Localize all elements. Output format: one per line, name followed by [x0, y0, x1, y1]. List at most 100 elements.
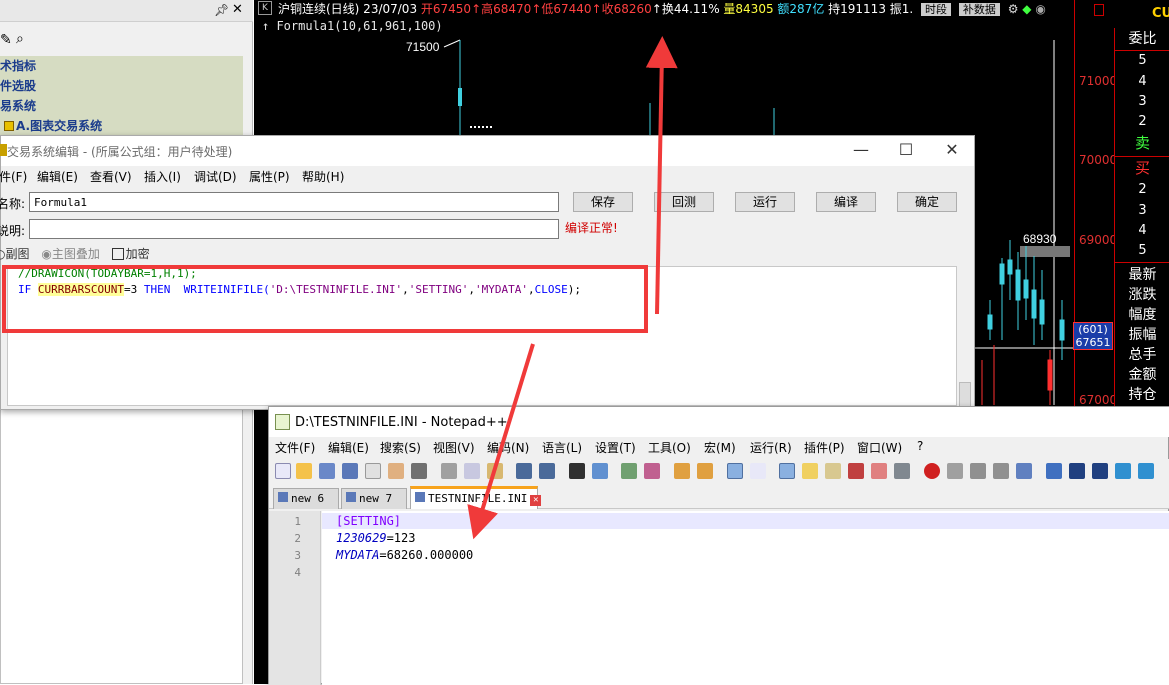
doc-map-icon[interactable]: [825, 463, 841, 479]
npp-menu-settings[interactable]: 设置(T): [595, 439, 636, 456]
zoom-out-icon[interactable]: [644, 463, 660, 479]
new-file-icon[interactable]: [275, 463, 291, 479]
replace-icon[interactable]: [592, 463, 608, 479]
save-icon[interactable]: [319, 463, 335, 479]
open-file-icon[interactable]: [296, 463, 312, 479]
copy-icon[interactable]: [464, 463, 480, 479]
stat-amount: 金额: [1128, 367, 1157, 383]
npp-menu-plugins[interactable]: 插件(P): [804, 439, 845, 456]
compare-next-icon[interactable]: [1069, 463, 1085, 479]
menu-debug[interactable]: 调试(D): [194, 168, 237, 185]
menu-help[interactable]: 帮助(H): [302, 168, 344, 185]
pin-icon[interactable]: 📌︎: [214, 3, 229, 17]
nav-first-icon[interactable]: [1115, 463, 1131, 479]
description-label: 说明:: [0, 224, 26, 238]
subchart-radio[interactable]: ○副图: [0, 247, 30, 261]
function-list-icon[interactable]: [848, 463, 864, 479]
save-all-icon[interactable]: [342, 463, 358, 479]
line-number-gutter: 1 2 3 4 −: [269, 511, 333, 685]
formula-tree: 术指标 件选股 易系统 A.图表交易系统: [0, 56, 243, 136]
menu-edit[interactable]: 编辑(E): [37, 168, 78, 185]
record-macro-icon[interactable]: [924, 463, 940, 479]
run-button[interactable]: 运行: [735, 192, 795, 212]
find-icon[interactable]: [569, 463, 585, 479]
npp-menu-tools[interactable]: 工具(O): [648, 439, 691, 456]
npp-menu-run[interactable]: 运行(R): [750, 439, 792, 456]
stat-percent: 幅度: [1128, 307, 1157, 323]
encrypt-checkbox[interactable]: 加密: [111, 247, 150, 261]
folder-workspace-icon[interactable]: [871, 463, 887, 479]
close-all-icon[interactable]: [388, 463, 404, 479]
npp-text-area[interactable]: [SETTING] 1230629=123 MYDATA=68260.00000…: [322, 511, 1169, 685]
show-all-chars-icon[interactable]: [750, 463, 766, 479]
main-overlay-radio[interactable]: ◉主图叠加: [41, 247, 100, 261]
npp-menu-help[interactable]: ?: [917, 439, 923, 453]
search-icon[interactable]: ⌕: [16, 31, 24, 47]
panel-header: 📌︎ ✕: [0, 0, 253, 22]
tab-testninfile[interactable]: TESTNINFILE.INI ✕: [410, 486, 542, 509]
menu-view[interactable]: 查看(V): [90, 168, 132, 185]
monitor-icon[interactable]: [894, 463, 910, 479]
sell-level-5: 5: [1138, 53, 1147, 68]
line-number: 1: [294, 515, 301, 528]
tab-new-7[interactable]: new 7: [341, 488, 407, 509]
vertical-scrollbar[interactable]: [959, 382, 971, 408]
word-wrap-icon[interactable]: [727, 463, 743, 479]
minimize-button[interactable]: —: [846, 140, 876, 159]
nav-up-icon[interactable]: [1138, 463, 1154, 479]
npp-menu-language[interactable]: 语言(L): [542, 439, 582, 456]
npp-menu-edit[interactable]: 编辑(E): [328, 439, 369, 456]
menu-file[interactable]: 件(F): [0, 168, 27, 185]
tree-item-chart-trading-system[interactable]: A.图表交易系统: [4, 116, 102, 136]
stop-macro-icon[interactable]: [947, 463, 963, 479]
paste-icon[interactable]: [487, 463, 503, 479]
run-macro-multi-icon[interactable]: [993, 463, 1009, 479]
symbol-code: CU: [1152, 6, 1169, 21]
npp-menu-macro[interactable]: 宏(M): [704, 439, 736, 456]
close-button[interactable]: ✕: [937, 140, 967, 159]
tree-item-indicators[interactable]: 术指标: [0, 56, 36, 76]
play-macro-icon[interactable]: [970, 463, 986, 479]
name-field[interactable]: Formula1: [29, 192, 559, 212]
buy-level-2: 2: [1138, 182, 1147, 197]
backtest-button[interactable]: 回测: [654, 192, 714, 212]
peak-leader-line: [443, 39, 461, 48]
edit-icon[interactable]: ✎: [0, 32, 12, 48]
lang-icon[interactable]: [802, 463, 818, 479]
npp-menu-view[interactable]: 视图(V): [433, 439, 475, 456]
menu-properties[interactable]: 属性(P): [249, 168, 290, 185]
maximize-button[interactable]: ☐: [891, 140, 921, 159]
tab-close-icon[interactable]: ✕: [530, 495, 542, 506]
indent-guide-icon[interactable]: [779, 463, 795, 479]
description-field[interactable]: [29, 219, 559, 239]
sync-h-icon[interactable]: [697, 463, 713, 479]
npp-menu-search[interactable]: 搜索(S): [380, 439, 421, 456]
recent-down-candles: [981, 345, 1053, 405]
editor-title: 交易系统编辑 - (所属公式组：用户待处理): [7, 145, 233, 159]
tab-new-6[interactable]: new 6: [273, 488, 339, 509]
undo-icon[interactable]: [516, 463, 532, 479]
sell-level-2: 2: [1138, 114, 1147, 129]
tree-item-trading-system[interactable]: 易系统: [0, 96, 36, 116]
compile-button[interactable]: 编译: [816, 192, 876, 212]
npp-menu-window[interactable]: 窗口(W): [857, 439, 902, 456]
close-icon[interactable]: ✕: [232, 2, 243, 17]
npp-menu-encoding[interactable]: 编码(N): [487, 439, 529, 456]
tree-item-screener[interactable]: 件选股: [0, 76, 36, 96]
notepad-app-icon: [275, 414, 290, 430]
npp-menu-file[interactable]: 文件(F): [275, 439, 315, 456]
compare-prev-icon[interactable]: [1092, 463, 1108, 479]
save-button[interactable]: 保存: [573, 192, 633, 212]
redo-icon[interactable]: [539, 463, 555, 479]
window-button[interactable]: [1094, 4, 1104, 16]
print-icon[interactable]: [411, 463, 427, 479]
cut-icon[interactable]: [441, 463, 457, 479]
close-file-icon[interactable]: [365, 463, 381, 479]
compare-icon[interactable]: [1046, 463, 1062, 479]
sync-v-icon[interactable]: [674, 463, 690, 479]
save-macro-icon[interactable]: [1016, 463, 1032, 479]
ok-button[interactable]: 确定: [897, 192, 957, 212]
menu-insert[interactable]: 插入(I): [144, 168, 181, 185]
editor-menubar: 件(F) 编辑(E) 查看(V) 插入(I) 调试(D) 属性(P) 帮助(H): [0, 166, 974, 186]
zoom-in-icon[interactable]: [621, 463, 637, 479]
